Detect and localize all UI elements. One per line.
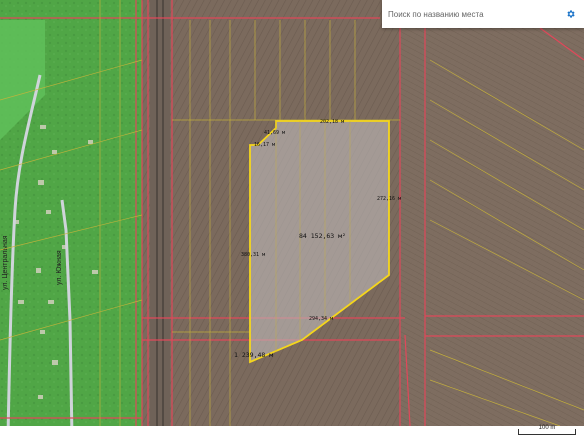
- scale-bar: 100 m: [518, 425, 576, 435]
- road-label-left: ул. Центральная: [2, 235, 9, 290]
- gear-icon: [567, 10, 575, 18]
- search-bar: [382, 0, 584, 28]
- edge-label-right: 272,16 м: [377, 196, 401, 202]
- bottom-bar: [0, 426, 584, 438]
- parcel-area-label: 84 152,63 м²: [299, 232, 346, 240]
- road-label-right: ул. Южная: [56, 250, 63, 285]
- edge-label-left: 380,31 м: [241, 252, 265, 258]
- edge-label-notch: 16,17 м: [254, 142, 275, 148]
- edge-label-top: 202,18 м: [320, 119, 344, 125]
- edge-label-small-top: 41,69 м: [264, 130, 285, 136]
- scale-label: 100 m: [538, 425, 556, 431]
- road-strip: [150, 0, 170, 426]
- edge-label-bottom: 294,34 м: [309, 316, 333, 322]
- field-area-east: [400, 0, 584, 438]
- map-canvas[interactable]: ул. Центральная ул. Южная 202,18 м 41,69…: [0, 0, 584, 438]
- search-input[interactable]: [388, 9, 560, 19]
- settings-button[interactable]: [564, 7, 578, 21]
- parcel-perimeter-label: 1 239,48 м: [234, 351, 273, 359]
